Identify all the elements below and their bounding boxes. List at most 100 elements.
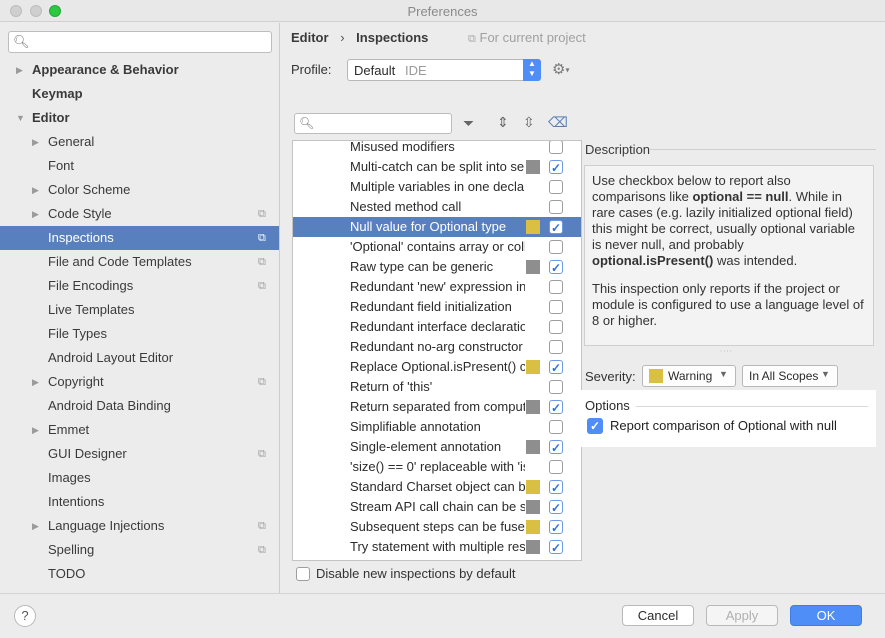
cancel-button[interactable]: Cancel	[622, 605, 694, 626]
checkmark-icon[interactable]: ✓	[587, 418, 603, 434]
sidebar-item-label: File Encodings	[48, 278, 134, 293]
sidebar-item-images[interactable]: Images	[0, 466, 279, 490]
sidebar-item-android-layout-editor[interactable]: Android Layout Editor	[0, 346, 279, 370]
inspection-enabled-checkbox[interactable]	[549, 158, 563, 178]
inspection-enabled-checkbox[interactable]	[549, 420, 563, 434]
inspection-row[interactable]: Redundant interface declaration	[293, 317, 581, 337]
sidebar-item-label: File Types	[48, 326, 108, 341]
collapse-all-icon[interactable]: ⇳	[523, 114, 535, 131]
inspection-enabled-checkbox[interactable]	[549, 358, 563, 378]
sidebar-item-general[interactable]: ▶ General	[0, 130, 279, 154]
inspection-row[interactable]: Raw type can be generic	[293, 257, 581, 278]
disable-new-checkbox-box[interactable]	[296, 567, 310, 581]
sidebar-item-emmet[interactable]: ▶ Emmet	[0, 418, 279, 442]
sidebar-item-label: Android Layout Editor	[48, 350, 174, 365]
inspection-row[interactable]: Redundant 'new' expression in constant a…	[293, 277, 581, 297]
filter-icon[interactable]: ⏷	[463, 115, 474, 132]
sidebar-item-label: TODO	[48, 566, 86, 581]
inspection-enabled-checkbox[interactable]	[549, 141, 563, 154]
inspection-row[interactable]: Misused modifiers	[293, 141, 581, 157]
inspection-enabled-checkbox[interactable]	[551, 558, 561, 560]
sidebar-item-file-encodings[interactable]: File Encodings ⧉	[0, 274, 279, 298]
collapsed-arrow-icon[interactable]: ▶	[32, 130, 39, 154]
splitter-handle[interactable]: ∙∙∙∙	[720, 346, 733, 355]
reset-icon[interactable]: ⌫	[548, 114, 568, 131]
inspection-row[interactable]: Subsequent steps can be fused into Strea…	[293, 517, 581, 538]
inspection-row[interactable]: Null value for Optional type	[293, 217, 581, 238]
sidebar-item-spelling[interactable]: Spelling ⧉	[0, 538, 279, 562]
sidebar-item-language-injections[interactable]: ▶ Language Injections ⧉	[0, 514, 279, 538]
scope-dropdown[interactable]: In All Scopes ▼	[742, 365, 838, 387]
inspection-enabled-checkbox[interactable]	[549, 340, 563, 354]
apply-button[interactable]: Apply	[706, 605, 778, 626]
expanded-arrow-icon[interactable]: ▼	[16, 106, 25, 130]
severity-dropdown[interactable]: Warning ▼	[642, 365, 736, 387]
inspection-enabled-checkbox[interactable]	[549, 218, 563, 238]
gear-icon[interactable]: ⚙▾	[552, 60, 569, 78]
sidebar-item-android-data-binding[interactable]: Android Data Binding	[0, 394, 279, 418]
inspection-enabled-checkbox[interactable]	[549, 280, 563, 294]
sidebar-item-intentions[interactable]: Intentions	[0, 490, 279, 514]
collapsed-arrow-icon[interactable]: ▶	[16, 58, 23, 82]
sidebar-item-editor[interactable]: ▼ Editor	[0, 106, 279, 130]
inspection-row[interactable]: Single-element annotation	[293, 437, 581, 458]
inspection-enabled-checkbox[interactable]	[549, 320, 563, 334]
inspection-row[interactable]: Standard Charset object can be used	[293, 477, 581, 498]
inspection-enabled-checkbox[interactable]	[549, 498, 563, 518]
inspection-row[interactable]: Try statement with multiple resources ca…	[293, 537, 581, 558]
sidebar-item-file-and-code-templates[interactable]: File and Code Templates ⧉	[0, 250, 279, 274]
sidebar-item-appearance-behavior[interactable]: ▶ Appearance & Behavior	[0, 58, 279, 82]
sidebar-item-code-style[interactable]: ▶ Code Style ⧉	[0, 202, 279, 226]
inspection-enabled-checkbox[interactable]	[549, 200, 563, 214]
collapsed-arrow-icon[interactable]: ▶	[32, 370, 39, 394]
inspection-row[interactable]: Type parameter explicitly extends 'java.…	[293, 557, 581, 560]
collapsed-arrow-icon[interactable]: ▶	[32, 514, 39, 538]
sidebar-item-color-scheme[interactable]: ▶ Color Scheme	[0, 178, 279, 202]
inspection-row[interactable]: Stream API call chain can be simplified	[293, 497, 581, 518]
profile-dropdown[interactable]: Default IDE ▲ ▼	[347, 59, 541, 81]
inspection-row[interactable]: 'size() == 0' replaceable with 'isEmpty(…	[293, 457, 581, 477]
ok-button[interactable]: OK	[790, 605, 862, 626]
inspection-enabled-checkbox[interactable]	[549, 478, 563, 498]
inspection-row[interactable]: Return of 'this'	[293, 377, 581, 397]
inspection-enabled-checkbox[interactable]	[549, 300, 563, 314]
collapsed-arrow-icon[interactable]: ▶	[32, 418, 39, 442]
collapsed-arrow-icon[interactable]: ▶	[32, 178, 39, 202]
inspection-enabled-checkbox[interactable]	[549, 438, 563, 458]
expand-all-icon[interactable]: ⇕	[497, 114, 509, 131]
settings-search-input[interactable]: 🔍︎	[8, 31, 272, 53]
inspection-row[interactable]: Redundant field initialization	[293, 297, 581, 317]
inspection-row[interactable]: Multi-catch can be split into separate c…	[293, 157, 581, 178]
project-scope-icon: ⧉	[258, 376, 266, 388]
breadcrumb-inspections: Inspections	[356, 30, 429, 45]
sidebar-item-font[interactable]: Font	[0, 154, 279, 178]
collapsed-arrow-icon[interactable]: ▶	[32, 202, 39, 226]
inspection-enabled-checkbox[interactable]	[549, 180, 563, 194]
inspection-row[interactable]: 'Optional' contains array or collection	[293, 237, 581, 257]
inspection-name: Redundant field initialization	[350, 299, 512, 314]
sidebar-item-live-templates[interactable]: Live Templates	[0, 298, 279, 322]
inspection-row[interactable]: Multiple variables in one declaration	[293, 177, 581, 197]
inspection-row[interactable]: Nested method call	[293, 197, 581, 217]
inspection-row[interactable]: Redundant no-arg constructor	[293, 337, 581, 357]
sidebar-item-file-types[interactable]: File Types	[0, 322, 279, 346]
inspection-row[interactable]: Return separated from computation of val…	[293, 397, 581, 418]
sidebar-item-todo[interactable]: TODO	[0, 562, 279, 586]
sidebar-item-inspections[interactable]: Inspections ⧉	[0, 226, 279, 250]
inspection-row[interactable]: Replace Optional.isPresent() checks with…	[293, 357, 581, 378]
inspection-enabled-checkbox[interactable]	[549, 258, 563, 278]
help-button[interactable]: ?	[14, 605, 36, 627]
inspection-row[interactable]: Simplifiable annotation	[293, 417, 581, 437]
sidebar-item-label: General	[48, 134, 95, 149]
sidebar-item-keymap[interactable]: Keymap	[0, 82, 279, 106]
sidebar-item-gui-designer[interactable]: GUI Designer ⧉	[0, 442, 279, 466]
sidebar-item-copyright[interactable]: ▶ Copyright ⧉	[0, 370, 279, 394]
inspection-enabled-checkbox[interactable]	[549, 538, 563, 558]
inspection-enabled-checkbox[interactable]	[549, 398, 563, 418]
inspection-enabled-checkbox[interactable]	[549, 240, 563, 254]
inspection-enabled-checkbox[interactable]	[549, 380, 563, 394]
inspection-enabled-checkbox[interactable]	[549, 460, 563, 474]
inspection-enabled-checkbox[interactable]	[549, 518, 563, 538]
project-scope-label: For current project	[479, 30, 586, 45]
inspections-search-input[interactable]: 🔍︎	[294, 113, 452, 134]
